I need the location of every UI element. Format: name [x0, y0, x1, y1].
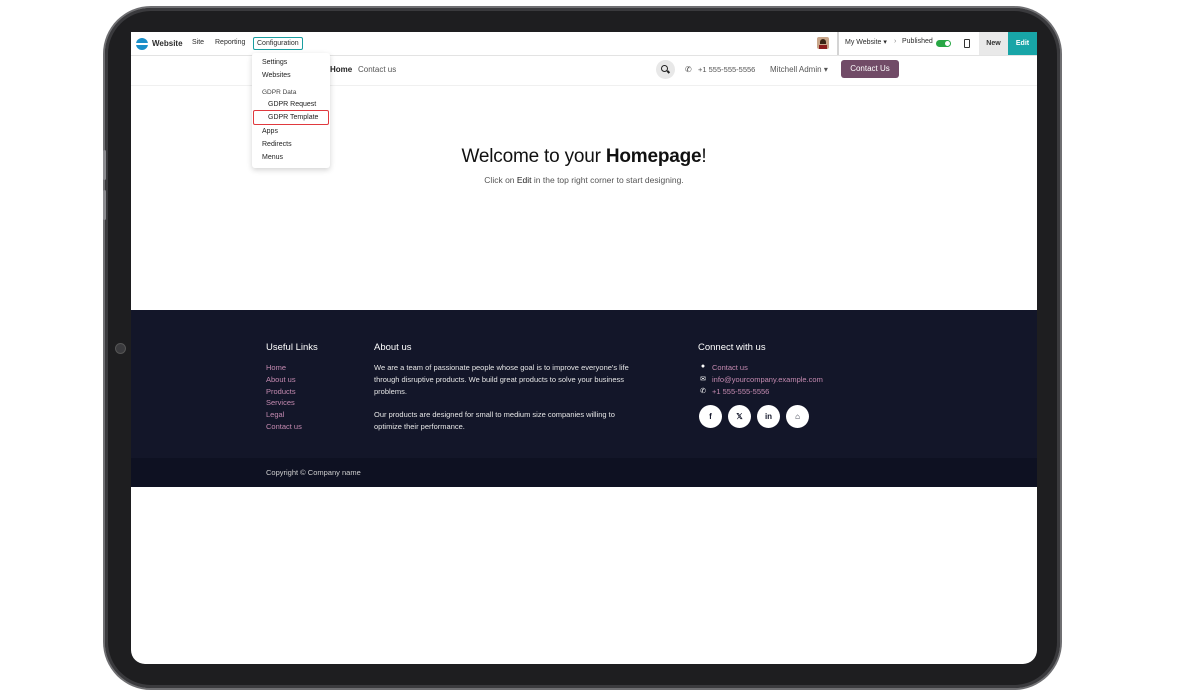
menu-item-websites[interactable]: Websites	[262, 72, 291, 79]
about-paragraph-1: We are a team of passionate people whose…	[374, 363, 629, 396]
menu-site[interactable]: Site	[192, 39, 204, 46]
app-name[interactable]: Website	[152, 39, 183, 48]
hero-title: Welcome to your Homepage!	[461, 146, 707, 167]
edit-button[interactable]: Edit	[1008, 32, 1037, 55]
published-label: Published	[902, 38, 933, 45]
tablet-camera	[115, 343, 126, 354]
new-button[interactable]: New	[979, 32, 1008, 55]
footer-link-contact-us[interactable]: Contact us	[266, 422, 302, 431]
menu-item-gdpr-template[interactable]: GDPR Template	[268, 114, 318, 121]
footer-link-legal[interactable]: Legal	[266, 410, 284, 419]
website-selector[interactable]: My Website ▾	[845, 38, 887, 46]
tablet-side-button	[103, 190, 106, 220]
nav-home[interactable]: Home	[330, 65, 352, 74]
menu-configuration[interactable]: Configuration	[253, 37, 303, 50]
connect-email[interactable]: info@yourcompany.example.com	[712, 375, 823, 384]
phone-icon: ✆	[685, 65, 692, 74]
contact-us-button[interactable]: Contact Us	[841, 60, 899, 78]
user-avatar[interactable]	[817, 37, 829, 49]
phone-icon: ✆	[700, 388, 706, 395]
header-phone[interactable]: +1 555-555-5556	[698, 65, 755, 74]
footer-link-products[interactable]: Products	[266, 387, 296, 396]
site-footer: Useful Links Home About us Products Serv…	[131, 310, 1037, 458]
caret-down-icon: ▾	[883, 39, 887, 46]
footer-link-services[interactable]: Services	[266, 398, 295, 407]
connect-phone[interactable]: +1 555-555-5556	[712, 387, 769, 396]
envelope-icon: ✉	[700, 376, 706, 383]
menu-section-gdpr-data: GDPR Data	[262, 89, 297, 96]
menu-item-settings[interactable]: Settings	[262, 59, 287, 66]
admin-bar-divider	[837, 32, 839, 55]
website-app-icon[interactable]	[136, 38, 148, 50]
footer-link-home[interactable]: Home	[266, 363, 286, 372]
connect-contact-us[interactable]: Contact us	[712, 363, 748, 372]
home-icon[interactable]: ⌂	[786, 405, 809, 428]
user-menu[interactable]: Mitchell Admin ▾	[770, 65, 828, 74]
search-button[interactable]	[656, 60, 675, 79]
x-twitter-icon[interactable]: 𝕏	[728, 405, 751, 428]
footer-link-about-us[interactable]: About us	[266, 375, 296, 384]
menu-item-gdpr-request[interactable]: GDPR Request	[268, 101, 316, 108]
facebook-icon[interactable]: f	[699, 405, 722, 428]
copyright-text: Copyright © Company name	[266, 468, 361, 477]
published-toggle[interactable]	[936, 40, 951, 47]
website-screen: Website Site Reporting Configuration My …	[131, 32, 1037, 664]
tablet-side-button	[103, 150, 106, 180]
nav-contact-us[interactable]: Contact us	[358, 65, 396, 74]
caret-down-icon: ▾	[823, 65, 828, 74]
menu-reporting[interactable]: Reporting	[215, 39, 245, 46]
comment-icon: ●	[700, 363, 706, 370]
menu-item-apps[interactable]: Apps	[262, 128, 278, 135]
hero-subtitle: Click on Edit in the top right corner to…	[484, 175, 684, 185]
useful-links-title: Useful Links	[266, 342, 318, 353]
chevron-right-icon: ›	[894, 38, 897, 45]
copyright-bar: Copyright © Company name	[131, 458, 1037, 487]
mobile-preview-icon[interactable]	[964, 39, 970, 48]
about-paragraph-2: Our products are designed for small to m…	[374, 410, 615, 431]
connect-title: Connect with us	[698, 342, 766, 353]
linkedin-icon[interactable]: in	[757, 405, 780, 428]
about-us-title: About us	[374, 342, 412, 353]
